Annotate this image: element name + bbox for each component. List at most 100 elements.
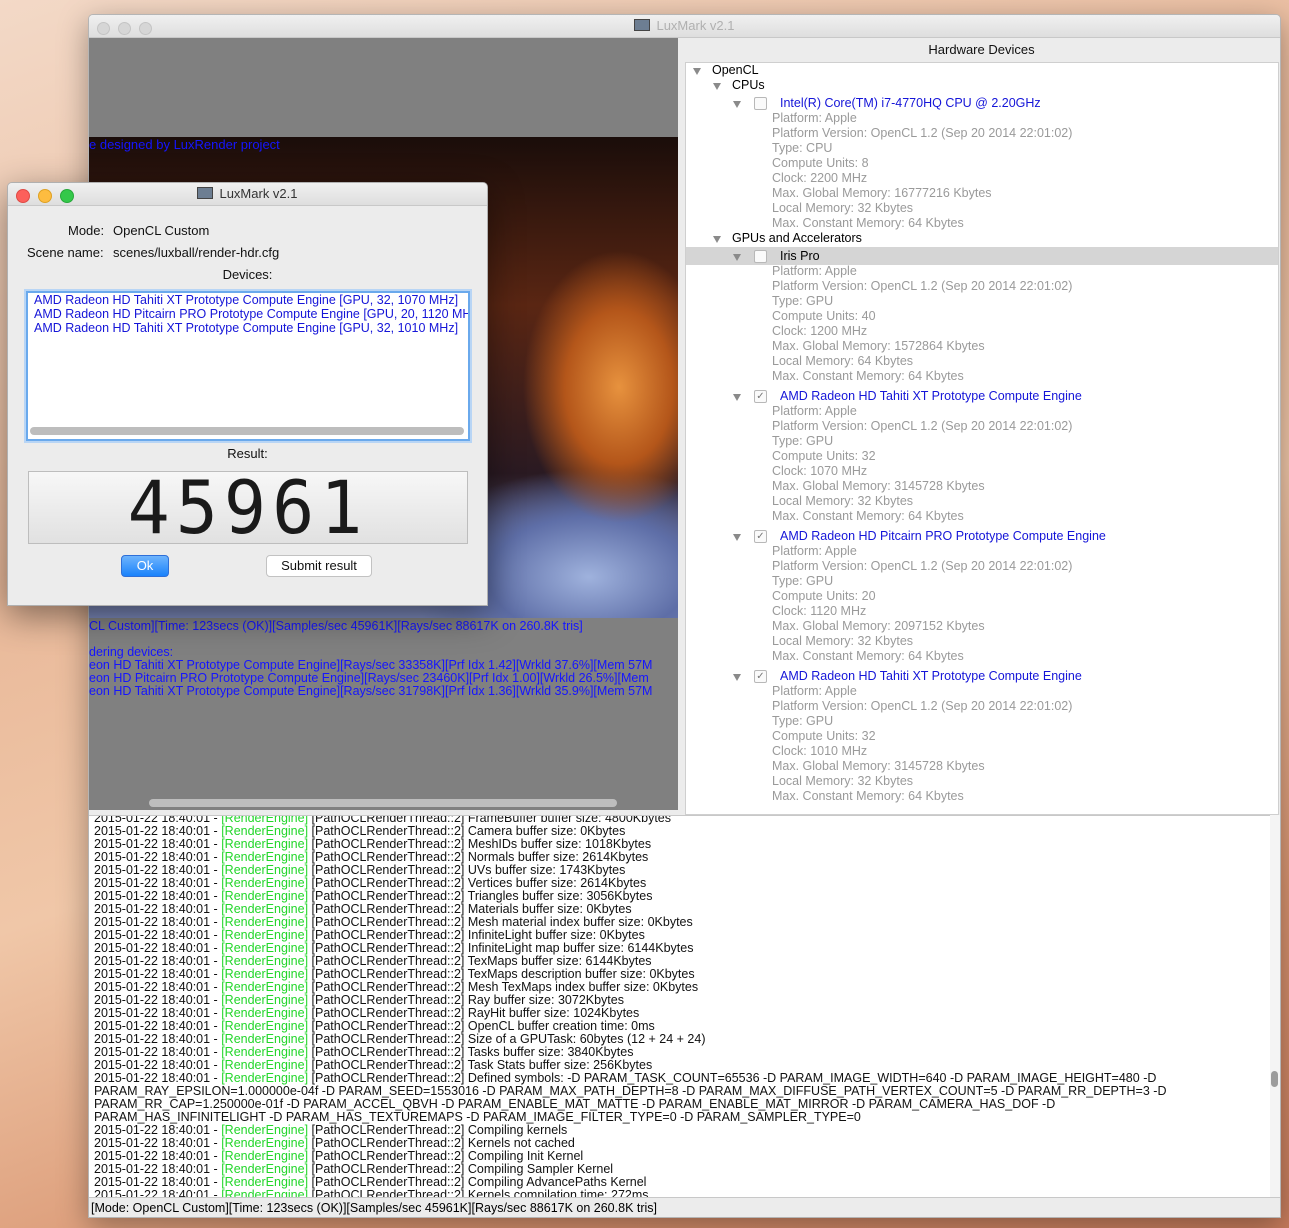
device-name-gpu[interactable]: AMD Radeon HD Pitcairn PRO Prototype Com… [780,529,1106,544]
log-engine-tag: [RenderEngine] [221,889,309,903]
checkbox-icon[interactable] [754,250,767,263]
checkbox-icon[interactable] [754,97,767,110]
log-message: [PathOCLRenderThread::2] InfiniteLight b… [308,928,645,942]
device-property: Platform Version: OpenCL 1.2 (Sep 20 201… [772,559,1073,573]
expand-triangle-icon[interactable] [713,83,721,90]
log-timestamp: 2015-01-22 18:40:01 - [94,889,222,903]
devices-hscroll-thumb[interactable] [30,427,464,435]
log-timestamp: 2015-01-22 18:40:01 - [94,941,222,955]
log-message: PARAM_HAS_INFINITELIGHT -D PARAM_HAS_TEX… [94,1110,861,1124]
device-property: Local Memory: 32 Kbytes [772,634,914,648]
log-engine-tag: [RenderEngine] [221,876,309,890]
dialog-close-button[interactable] [16,189,30,203]
log-engine-tag: [RenderEngine] [221,1123,309,1137]
log-message: [PathOCLRenderThread::2] MeshIDs buffer … [308,837,652,851]
submit-result-button[interactable]: Submit result [266,555,372,577]
hardware-devices-tree[interactable]: OpenCL CPUs Intel(R) Core(TM) i7-4770HQ CP… [685,62,1279,815]
device-name-gpu[interactable]: AMD Radeon HD Tahiti XT Prototype Comput… [780,389,1082,404]
log-message: [PathOCLRenderThread::2] Task Stats buff… [308,1058,653,1072]
log-message: [PathOCLRenderThread::2] Compiling Advan… [308,1175,647,1189]
device-property: Platform: Apple [772,404,857,418]
device-property: Compute Units: 8 [772,156,869,170]
log-message: [PathOCLRenderThread::2] Mesh material i… [308,915,693,929]
tree-node-cpus[interactable]: CPUs [732,78,765,93]
device-name-gpu[interactable]: Iris Pro [780,249,820,264]
checked-checkbox-icon[interactable]: ✓ [754,530,767,543]
log-timestamp: 2015-01-22 18:40:01 - [94,1071,222,1085]
log-timestamp: 2015-01-22 18:40:01 - [94,993,222,1007]
device-property: Type: GPU [772,434,834,448]
device-property: Compute Units: 32 [772,449,876,463]
tree-node-opencl[interactable]: OpenCL [712,63,759,78]
log-timestamp: 2015-01-22 18:40:01 - [94,954,222,968]
device-name-cpu[interactable]: Intel(R) Core(TM) i7-4770HQ CPU @ 2.20GH… [780,96,1041,111]
log-message: [PathOCLRenderThread::2] Triangles buffe… [308,889,653,903]
expand-triangle-icon[interactable] [733,254,741,261]
render-hscroll-thumb[interactable] [149,799,617,807]
render-stat-line: CL Custom][Time: 123secs (OK)][Samples/s… [89,619,583,633]
device-property: Local Memory: 32 Kbytes [772,201,914,215]
device-property: Compute Units: 40 [772,309,876,323]
log-engine-tag: [RenderEngine] [221,1032,309,1046]
log-engine-tag: [RenderEngine] [221,941,309,955]
device-property: Platform Version: OpenCL 1.2 (Sep 20 201… [772,419,1073,433]
log-engine-tag: [RenderEngine] [221,1045,309,1059]
minimize-window-button[interactable] [118,22,131,35]
log-output[interactable]: 2015-01-22 18:40:01 - [RenderEngine] [Pa… [89,815,1270,1198]
device-property: Max. Constant Memory: 64 Kbytes [772,369,964,383]
log-scrollbar-thumb[interactable] [1271,1071,1278,1087]
log-engine-tag: [RenderEngine] [221,850,309,864]
render-overlay-title: e designed by LuxRender project [89,137,280,152]
log-engine-tag: [RenderEngine] [221,1071,309,1085]
log-engine-tag: [RenderEngine] [221,915,309,929]
mode-value: OpenCL Custom [113,223,210,238]
log-message: PARAM_RAY_EPSILON=1.000000e-04f -D PARAM… [94,1084,1167,1098]
scene-label: Scene name: [27,245,104,260]
log-engine-tag: [RenderEngine] [221,1162,309,1176]
expand-triangle-icon[interactable] [733,394,741,401]
expand-triangle-icon[interactable] [713,236,721,243]
device-property: Compute Units: 20 [772,589,876,603]
device-list-item[interactable]: AMD Radeon HD Pitcairn PRO Prototype Com… [34,307,468,321]
log-timestamp: 2015-01-22 18:40:01 - [94,1149,222,1163]
device-property: Platform: Apple [772,544,857,558]
device-property: Clock: 1070 MHz [772,464,868,478]
tree-node-gpus[interactable]: GPUs and Accelerators [732,231,862,246]
log-engine-tag: [RenderEngine] [221,1175,309,1189]
checked-checkbox-icon[interactable]: ✓ [754,390,767,403]
log-timestamp: 2015-01-22 18:40:01 - [94,1019,222,1033]
device-property: Compute Units: 32 [772,729,876,743]
log-engine-tag: [RenderEngine] [221,1006,309,1020]
main-window-title: LuxMark v2.1 [656,18,735,33]
log-timestamp: 2015-01-22 18:40:01 - [94,1045,222,1059]
log-engine-tag: [RenderEngine] [221,837,309,851]
device-property: Platform Version: OpenCL 1.2 (Sep 20 201… [772,699,1073,713]
device-property: Max. Global Memory: 3145728 Kbytes [772,759,985,773]
device-property: Max. Global Memory: 3145728 Kbytes [772,479,985,493]
dialog-minimize-button[interactable] [38,189,52,203]
device-name-gpu[interactable]: AMD Radeon HD Tahiti XT Prototype Comput… [780,669,1082,684]
log-scrollbar[interactable] [1270,815,1280,1197]
devices-list[interactable]: AMD Radeon HD Tahiti XT Prototype Comput… [26,291,470,441]
device-list-item[interactable]: AMD Radeon HD Tahiti XT Prototype Comput… [34,293,458,307]
log-timestamp: 2015-01-22 18:40:01 - [94,863,222,877]
ok-button[interactable]: Ok [121,555,169,577]
close-window-button[interactable] [97,22,110,35]
zoom-window-button[interactable] [139,22,152,35]
log-message: [PathOCLRenderThread::2] Compiling Sampl… [308,1162,614,1176]
expand-triangle-icon[interactable] [733,534,741,541]
device-property: Clock: 1200 MHz [772,324,868,338]
expand-triangle-icon[interactable] [733,101,741,108]
main-titlebar[interactable]: LuxMark v2.1 [89,15,1280,38]
log-message: [PathOCLRenderThread::2] Defined symbols… [308,1071,1157,1085]
log-engine-tag: [RenderEngine] [221,993,309,1007]
expand-triangle-icon[interactable] [693,68,701,75]
device-list-item[interactable]: AMD Radeon HD Tahiti XT Prototype Comput… [34,321,458,335]
dialog-zoom-button[interactable] [60,189,74,203]
log-timestamp: 2015-01-22 18:40:01 - [94,967,222,981]
hardware-devices-panel: Hardware Devices OpenCL CPUs Intel(R) Core… [683,38,1280,815]
device-property: Type: GPU [772,714,834,728]
expand-triangle-icon[interactable] [733,674,741,681]
dialog-titlebar[interactable]: LuxMark v2.1 [8,183,487,206]
checked-checkbox-icon[interactable]: ✓ [754,670,767,683]
